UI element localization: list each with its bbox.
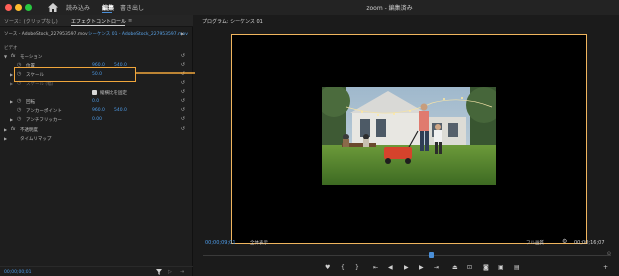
export-frame-icon[interactable]: ◙ bbox=[483, 264, 489, 271]
ruler-end-marker: ⊙ bbox=[606, 251, 611, 257]
effect-controls-panel: ソース：(クリップなし) エフェクトコントロール ≡ ソース - AdobeSt… bbox=[0, 15, 193, 276]
play-icon[interactable]: ▶ bbox=[181, 31, 184, 36]
chevron-right-icon[interactable]: ▶ bbox=[4, 136, 7, 141]
antiflicker-value[interactable]: 0.00 bbox=[92, 117, 102, 122]
zoom-level-select[interactable]: 全体表示 bbox=[250, 240, 268, 246]
go-to-out-icon[interactable]: ⇥ bbox=[434, 264, 439, 271]
rotation-label: 回転 bbox=[26, 100, 35, 105]
add-marker-icon[interactable]: ♥ bbox=[325, 264, 330, 271]
uniform-scale-checkbox[interactable] bbox=[92, 90, 97, 95]
extract-icon[interactable]: ⊡ bbox=[467, 264, 472, 271]
chevron-right-icon: ▶ bbox=[10, 81, 14, 86]
anchor-x-value[interactable]: 960.0 bbox=[92, 108, 105, 113]
mark-out-icon[interactable]: } bbox=[355, 264, 359, 271]
lift-icon[interactable]: ⏏ bbox=[452, 264, 458, 271]
playhead-timecode[interactable]: 00;00;09;01 bbox=[205, 240, 236, 246]
effect-motion[interactable]: ▼ fx モーション ↺ bbox=[0, 52, 193, 61]
time-ruler-track bbox=[203, 255, 611, 256]
go-to-in-icon[interactable]: ⇤ bbox=[373, 264, 378, 271]
reset-icon[interactable]: ↺ bbox=[181, 116, 185, 122]
playback-resolution-select[interactable]: フル画質 bbox=[526, 240, 544, 246]
chevron-right-icon[interactable]: ▶ bbox=[4, 127, 7, 132]
reset-icon[interactable]: ↺ bbox=[181, 89, 185, 95]
time-remap-label: タイムリマップ bbox=[20, 137, 52, 142]
play-only-icon[interactable]: ▷ bbox=[168, 269, 172, 275]
reset-icon[interactable]: ↺ bbox=[181, 53, 185, 59]
mark-in-icon[interactable]: { bbox=[341, 264, 345, 271]
panel-tabs: ソース：(クリップなし) エフェクトコントロール ≡ bbox=[0, 15, 193, 27]
anchor-point-label: アンカーポイント bbox=[26, 109, 62, 114]
video-frame bbox=[322, 87, 496, 185]
rotation-value[interactable]: 0.0 bbox=[92, 99, 99, 104]
step-forward-icon[interactable]: ▶ bbox=[419, 264, 424, 271]
stopwatch-icon[interactable]: ◷ bbox=[17, 107, 21, 113]
duration-timecode: 00;00;16;07 bbox=[574, 240, 605, 246]
motion-label: モーション bbox=[20, 55, 43, 60]
panel-timecode[interactable]: 00;00;00;01 bbox=[4, 270, 31, 275]
comparison-view-icon[interactable]: ▣ bbox=[498, 264, 504, 271]
reset-icon[interactable]: ↺ bbox=[181, 107, 185, 113]
title-bar: 読み込み 編集 書き出し zoom - 編集済み bbox=[0, 0, 619, 15]
play-icon[interactable]: ▶ bbox=[404, 264, 409, 271]
time-ruler[interactable]: ⊙ bbox=[203, 251, 611, 258]
program-monitor-panel: プログラム: シーケンス 01 00;00;09;01 全体表示 フル画質 ⚙ … bbox=[195, 15, 619, 276]
reset-icon[interactable]: ↺ bbox=[181, 80, 185, 86]
anchor-y-value[interactable]: 540.0 bbox=[114, 108, 127, 113]
stopwatch-icon[interactable]: ◷ bbox=[17, 116, 21, 122]
export-icon[interactable]: ⇥ bbox=[180, 269, 184, 275]
chevron-right-icon[interactable]: ▶ bbox=[10, 72, 13, 77]
property-anchor-point: ◷ アンカーポイント 960.0 540.0 ↺ bbox=[0, 106, 193, 115]
chevron-right-icon[interactable]: ▶ bbox=[10, 117, 13, 122]
step-back-icon[interactable]: ◀ bbox=[388, 264, 393, 271]
chevron-right-icon[interactable]: ▶ bbox=[10, 99, 13, 104]
add-button-icon[interactable]: + bbox=[603, 264, 608, 271]
tab-source[interactable]: ソース：(クリップなし) bbox=[4, 18, 58, 25]
fx-icon[interactable]: fx bbox=[11, 127, 15, 132]
section-video: ビデオ bbox=[4, 46, 18, 51]
opacity-label: 不透明度 bbox=[20, 128, 38, 133]
scale-highlight-box bbox=[14, 67, 136, 82]
settings-wrench-icon[interactable]: ⚙ bbox=[562, 238, 567, 245]
window-title: zoom - 編集済み bbox=[366, 5, 413, 12]
active-tab-underline bbox=[71, 25, 125, 26]
tab-effect-controls[interactable]: エフェクトコントロール bbox=[71, 18, 126, 25]
reset-icon[interactable]: ↺ bbox=[181, 126, 185, 132]
transport-controls: ♥ { } ⇤ ◀ ▶ ▶ ⇥ ⏏ ⊡ ◙ ▣ ▤ + bbox=[195, 263, 619, 273]
panel-menu-icon[interactable]: ≡ bbox=[128, 18, 132, 24]
clip-header: ソース - AdobeStock_227953597.mov シーケンス 01 … bbox=[0, 28, 193, 39]
program-monitor-frame bbox=[231, 34, 587, 244]
program-monitor-tab[interactable]: プログラム: シーケンス 01 bbox=[202, 18, 263, 25]
chevron-down-icon[interactable]: ▼ bbox=[4, 54, 7, 59]
fx-icon[interactable]: fx bbox=[11, 54, 15, 59]
panel-footer: 00;00;00;01 ▷ ⇥ bbox=[0, 266, 193, 276]
reset-icon[interactable]: ↺ bbox=[181, 98, 185, 104]
effect-time-remap[interactable]: ▶ タイムリマップ bbox=[0, 134, 193, 143]
multi-camera-icon[interactable]: ▤ bbox=[514, 264, 520, 271]
sequence-clip-name[interactable]: シーケンス 01 - AdobeStock_227953597.mov bbox=[88, 31, 188, 37]
source-clip-name[interactable]: ソース - AdobeStock_227953597.mov bbox=[4, 31, 88, 37]
uniform-scale-label: 縦横比を固定 bbox=[100, 91, 127, 96]
effect-opacity[interactable]: ▶ fx 不透明度 ↺ bbox=[0, 125, 193, 134]
property-antiflicker: ▶ ◷ アンチフリッカー 0.00 ↺ bbox=[0, 115, 193, 124]
antiflicker-label: アンチフリッカー bbox=[26, 118, 62, 123]
property-uniform-scale: 縦横比を固定 ↺ bbox=[0, 88, 193, 97]
active-tab-underline bbox=[102, 12, 112, 13]
property-rotation: ▶ ◷ 回転 0.0 ↺ bbox=[0, 97, 193, 106]
playhead-handle[interactable] bbox=[429, 252, 434, 258]
stopwatch-icon[interactable]: ◷ bbox=[17, 98, 21, 104]
filter-icon[interactable] bbox=[156, 269, 162, 275]
